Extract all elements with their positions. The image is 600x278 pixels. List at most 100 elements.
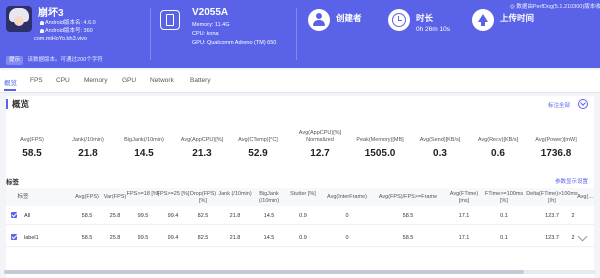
notice-text: 该数据版本。可通过200个字符: [27, 57, 103, 63]
scrollbar-thumb[interactable]: [4, 270, 524, 274]
table-cell: 0: [345, 235, 349, 241]
column-header: Avg(InterFrame): [327, 194, 367, 200]
table-cell: 0.1: [500, 213, 508, 219]
table-cell: 82.5: [197, 213, 209, 219]
divider: [296, 8, 297, 60]
table-cell: 99.4: [167, 213, 179, 219]
table-cell: 123.7: [545, 235, 559, 241]
table-cell: 99.4: [167, 235, 179, 241]
collapse-all-link[interactable]: 标注全部: [548, 101, 570, 109]
column-header: Stutter [%]: [290, 191, 316, 197]
app-name: 崩坏3: [38, 8, 64, 19]
column-header: FPS>=25 [%]: [156, 191, 190, 197]
app-info: 崩坏3 Android版本名: 4.6.0 Android版本号: 360 co…: [6, 4, 146, 64]
table-cell: 0: [345, 213, 349, 219]
chevron-down-icon[interactable]: [578, 99, 588, 109]
table-cell: 0.1: [500, 235, 508, 241]
column-header: Jank (/10min): [218, 191, 252, 197]
active-tab-indicator: [4, 89, 16, 91]
column-header: Drop(FPS) [%]: [189, 191, 217, 204]
metric-jank: Jank(/10min) 21.8: [72, 137, 104, 159]
tab-fps[interactable]: FPS: [30, 77, 43, 84]
device-model: V2055A: [192, 7, 229, 18]
phone-icon: [160, 10, 180, 30]
report-source-link[interactable]: ◎ 数据由PerfDog(5.1.210300)版本收集: [510, 2, 600, 10]
tab-overview[interactable]: 概览: [4, 77, 17, 87]
labels-header: 标签 参数显示设置: [6, 176, 594, 188]
tab-battery[interactable]: Battery: [190, 77, 211, 84]
table-cell: 17.1: [458, 235, 470, 241]
creator-title: 创建者: [336, 13, 362, 23]
table-cell: 0.9: [299, 213, 307, 219]
labels-title: 标签: [6, 179, 19, 186]
table-cell: 58.5: [402, 235, 414, 241]
android-icon: [40, 20, 44, 25]
table-cell: 58.5: [402, 213, 414, 219]
metric-app-cpu-normalized: Avg(AppCPU)[%] Normalized 12.7: [298, 130, 342, 159]
divider: [150, 8, 151, 60]
horizontal-scrollbar[interactable]: [4, 270, 596, 274]
android-version: Android版本名: 4.6.0: [40, 18, 96, 26]
checkbox[interactable]: [11, 234, 17, 240]
metric-bigjank: BigJank(/10min) 14.5: [124, 137, 164, 159]
metric-recv: Avg(Recv)[KB/s] 0.6: [477, 137, 519, 159]
column-header: Avg(...: [577, 194, 593, 200]
upload-icon: [472, 9, 494, 31]
tab-cpu[interactable]: CPU: [56, 77, 70, 84]
section-title: 概览: [6, 99, 29, 109]
tab-network[interactable]: Network: [150, 77, 174, 84]
table-cell: 99.5: [137, 235, 149, 241]
notice-bar: 提示 该数据版本。可通过200个字符: [0, 56, 600, 68]
table-cell: 14.5: [263, 213, 275, 219]
column-header: FPS>=18 [%]: [126, 191, 160, 197]
table-cell: 123.7: [545, 213, 559, 219]
user-icon: [308, 9, 330, 31]
column-header: Avg(FTime) [ms]: [449, 191, 479, 204]
column-header: FTime>=100ms [%]: [484, 191, 524, 204]
table-cell: 25.8: [109, 235, 121, 241]
column-header: Delta(FTime)>100ms [/h]: [526, 191, 578, 204]
duration-value: 0h 26m 10s: [416, 26, 450, 33]
table-cell: 82.5: [197, 235, 209, 241]
column-header: Avg(FPS)/FPS>=Frame: [378, 194, 438, 200]
metric-app-cpu: Avg(AppCPU)[%] 21.3: [180, 137, 224, 159]
column-settings-link[interactable]: 参数显示设置: [555, 177, 588, 185]
table-cell: 58.5: [81, 213, 93, 219]
table-cell: 21.8: [229, 213, 241, 219]
android-icon: [40, 28, 44, 33]
table-cell: 0.9: [299, 235, 307, 241]
metric-peak-memory: Peak(Memory)[MB] 1505.0: [356, 137, 404, 159]
overview-panel: 概览 标注全部 Avg(FPS) 58.5 Jank(/10min) 21.8 …: [6, 96, 594, 278]
package-name: com.miHoYo.bh3.vivo: [34, 36, 87, 42]
table-cell: 99.5: [137, 213, 149, 219]
device-memory: Memory: 11.4G: [192, 22, 230, 28]
row-label: All: [24, 213, 31, 219]
table-cell: 2: [571, 213, 575, 219]
duration-title: 时长: [416, 13, 434, 23]
metric-power: Avg(Power)[mW] 1736.8: [535, 137, 577, 159]
android-code: Android版本号: 360: [40, 26, 93, 34]
table-cell: 17.1: [458, 213, 470, 219]
tab-memory[interactable]: Memory: [84, 77, 107, 84]
table-cell: 21.8: [229, 235, 241, 241]
tab-gpu[interactable]: GPU: [122, 77, 136, 84]
metric-avg-fps: Avg(FPS) 58.5: [20, 137, 44, 159]
column-header: 标签: [17, 194, 29, 200]
checkbox[interactable]: [11, 212, 17, 218]
metric-send: Avg(Send)[KB/s] 0.3: [419, 137, 461, 159]
report-header: 崩坏3 Android版本名: 4.6.0 Android版本号: 360 co…: [0, 0, 600, 68]
app-icon: [6, 6, 32, 32]
table-cell: 25.8: [109, 213, 121, 219]
row-label: label1: [24, 235, 39, 241]
column-header: BigJank (/10min): [258, 191, 280, 204]
clock-icon: [388, 9, 410, 31]
device-cpu: CPU: kona: [192, 31, 219, 37]
table-row[interactable]: All 58.5 25.8 99.5 99.4 82.5 21.8 14.5 0…: [6, 208, 594, 225]
table-row[interactable]: label1 58.5 25.8 99.5 99.4 82.5 21.8 14.…: [6, 230, 594, 247]
device-gpu: GPU: Qualcomm Adreno (TM) 650: [192, 40, 277, 46]
tab-bar: 概览 FPS CPU Memory GPU Network Battery: [0, 70, 600, 93]
table-cell: 58.5: [81, 235, 93, 241]
notice-tag: 提示: [6, 56, 24, 65]
table-header: 标签 Avg(FPS) Var(FPS) FPS>=18 [%] FPS>=25…: [6, 188, 594, 206]
table-cell: 14.5: [263, 235, 275, 241]
